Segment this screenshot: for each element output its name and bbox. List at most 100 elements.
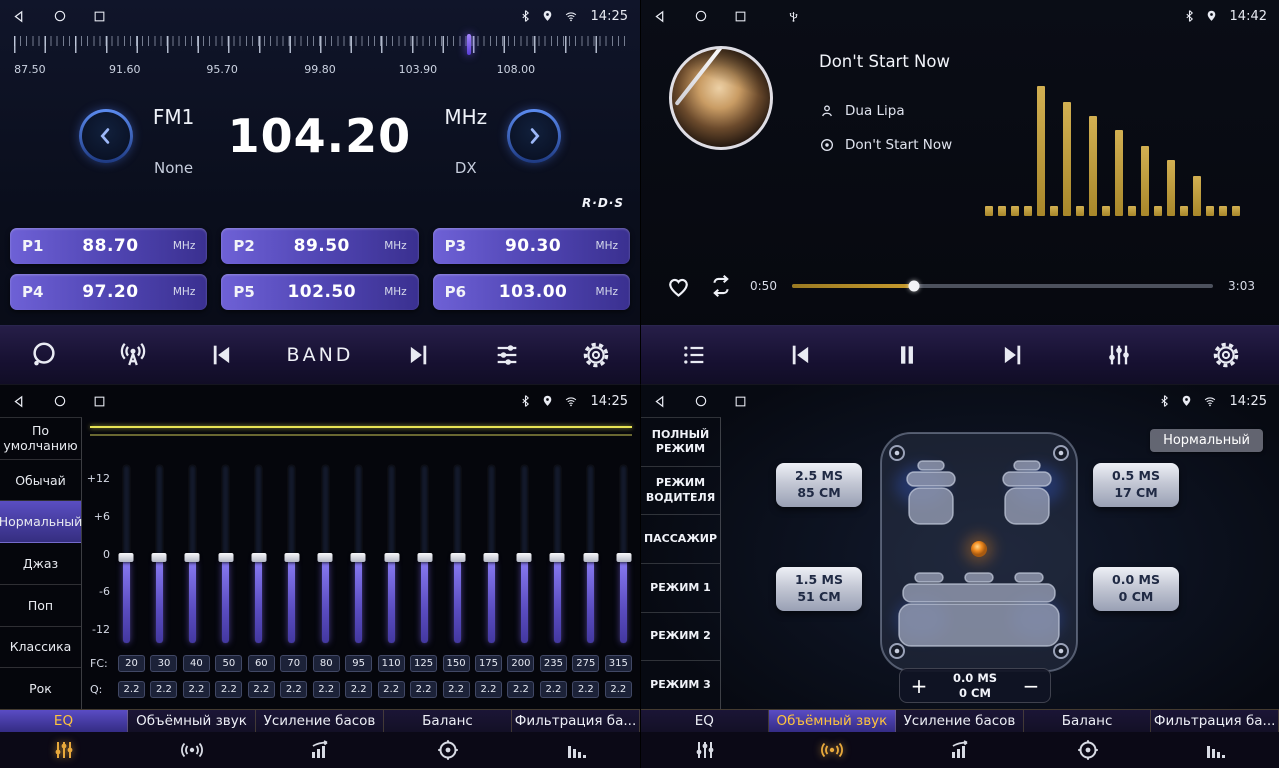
balance-tab-button[interactable] <box>1024 738 1152 762</box>
listening-position-dot[interactable] <box>971 541 987 557</box>
tab-eq[interactable]: EQ <box>0 710 128 732</box>
home-icon[interactable] <box>53 9 67 23</box>
mode-passenger[interactable]: ПАССАЖИР <box>641 515 720 564</box>
eq-preset-classic[interactable]: Классика <box>0 627 81 669</box>
eq-band-slider-5[interactable] <box>251 465 267 643</box>
recents-icon[interactable] <box>734 10 747 23</box>
eq-band-slider-15[interactable] <box>583 465 599 643</box>
eq-slider-track[interactable] <box>222 465 229 643</box>
preset-button-p1[interactable]: P188.70MHz <box>10 228 207 264</box>
scan-button[interactable] <box>21 340 67 370</box>
eq-band-slider-7[interactable] <box>317 465 333 643</box>
eq-slider-handle[interactable] <box>384 553 399 562</box>
eq-slider-handle[interactable] <box>616 553 631 562</box>
eq-slider-track[interactable] <box>421 465 428 643</box>
home-icon[interactable] <box>53 394 67 408</box>
surround-tab-button[interactable] <box>128 738 256 762</box>
player-progress-knob[interactable] <box>909 281 920 292</box>
preset-button-p4[interactable]: P497.20MHz <box>10 274 207 310</box>
eq-band-slider-6[interactable] <box>284 465 300 643</box>
mode-2[interactable]: РЕЖИМ 2 <box>641 613 720 662</box>
home-icon[interactable] <box>694 394 708 408</box>
eq-slider-handle[interactable] <box>351 553 366 562</box>
back-icon[interactable] <box>653 9 668 24</box>
settings-button[interactable] <box>1203 341 1249 369</box>
eq-tab-button[interactable] <box>0 738 128 762</box>
eq-preset-jazz[interactable]: Джаз <box>0 543 81 585</box>
favorite-button[interactable] <box>665 273 692 300</box>
delay-rear-right-button[interactable]: 0.0 MS 0 CM <box>1093 567 1179 611</box>
eq-band-slider-8[interactable] <box>350 465 366 643</box>
eq-slider-handle[interactable] <box>251 553 266 562</box>
eq-slider-handle[interactable] <box>318 553 333 562</box>
playlist-button[interactable] <box>671 341 717 369</box>
eq-band-slider-3[interactable] <box>184 465 200 643</box>
tab-bass-boost[interactable]: Усиление басов <box>256 710 384 732</box>
delay-front-left-button[interactable]: 2.5 MS 85 CM <box>776 463 862 507</box>
eq-slider-handle[interactable] <box>517 553 532 562</box>
eq-slider-track[interactable] <box>620 465 627 643</box>
eq-slider-track[interactable] <box>388 465 395 643</box>
broadcast-button[interactable] <box>110 340 156 370</box>
balance-tab-button[interactable] <box>384 738 512 762</box>
equalizer-button[interactable] <box>1096 341 1142 369</box>
eq-slider-track[interactable] <box>288 465 295 643</box>
eq-tab-button[interactable] <box>641 738 769 762</box>
mode-3[interactable]: РЕЖИМ 3 <box>641 661 720 710</box>
eq-slider-track[interactable] <box>355 465 362 643</box>
eq-band-slider-4[interactable] <box>218 465 234 643</box>
back-icon[interactable] <box>653 394 668 409</box>
mode-driver[interactable]: РЕЖИМ ВОДИТЕЛЯ <box>641 467 720 516</box>
eq-slider-track[interactable] <box>521 465 528 643</box>
eq-slider-track[interactable] <box>123 465 130 643</box>
bass-boost-tab-button[interactable] <box>256 738 384 762</box>
eq-preset-rock[interactable]: Рок <box>0 668 81 710</box>
eq-slider-handle[interactable] <box>484 553 499 562</box>
frequency-ruler[interactable] <box>14 36 626 60</box>
eq-slider-track[interactable] <box>454 465 461 643</box>
eq-slider-track[interactable] <box>189 465 196 643</box>
tune-up-button[interactable] <box>507 109 561 163</box>
tab-filter[interactable]: Фильтрация ба... <box>512 710 640 732</box>
recents-icon[interactable] <box>93 10 106 23</box>
surround-preset-button[interactable]: Нормальный <box>1150 429 1263 452</box>
eq-slider-track[interactable] <box>554 465 561 643</box>
eq-slider-handle[interactable] <box>185 553 200 562</box>
tab-balance[interactable]: Баланс <box>1024 710 1152 732</box>
bass-boost-tab-button[interactable] <box>896 738 1024 762</box>
eq-slider-handle[interactable] <box>218 553 233 562</box>
eq-preset-custom[interactable]: Обычай <box>0 460 81 502</box>
back-icon[interactable] <box>12 394 27 409</box>
eq-band-slider-12[interactable] <box>483 465 499 643</box>
preset-button-p3[interactable]: P390.30MHz <box>433 228 630 264</box>
eq-slider-track[interactable] <box>488 465 495 643</box>
next-track-button[interactable] <box>990 341 1036 369</box>
eq-slider-handle[interactable] <box>284 553 299 562</box>
eq-band-slider-10[interactable] <box>417 465 433 643</box>
audio-settings-button[interactable] <box>484 341 530 369</box>
progress-slider[interactable] <box>792 284 1213 288</box>
tab-eq[interactable]: EQ <box>641 710 769 732</box>
filter-tab-button[interactable] <box>1151 738 1279 762</box>
back-icon[interactable] <box>12 9 27 24</box>
tune-down-button[interactable] <box>79 109 133 163</box>
surround-tab-button[interactable] <box>769 738 897 762</box>
preset-button-p6[interactable]: P6103.00MHz <box>433 274 630 310</box>
eq-preset-normal[interactable]: Нормальный <box>0 501 81 543</box>
pause-button[interactable] <box>884 342 930 368</box>
eq-slider-track[interactable] <box>156 465 163 643</box>
preset-button-p2[interactable]: P289.50MHz <box>221 228 418 264</box>
eq-slider-handle[interactable] <box>152 553 167 562</box>
eq-preset-default[interactable]: По умолчанию <box>0 418 81 460</box>
eq-band-slider-14[interactable] <box>549 465 565 643</box>
delay-front-right-button[interactable]: 0.5 MS 17 CM <box>1093 463 1179 507</box>
previous-station-button[interactable] <box>198 341 244 369</box>
delay-increase-button[interactable]: + <box>900 674 938 698</box>
mode-1[interactable]: РЕЖИМ 1 <box>641 564 720 613</box>
eq-slider-track[interactable] <box>255 465 262 643</box>
eq-slider-handle[interactable] <box>417 553 432 562</box>
eq-slider-handle[interactable] <box>583 553 598 562</box>
recents-icon[interactable] <box>734 395 747 408</box>
tab-balance[interactable]: Баланс <box>384 710 512 732</box>
previous-track-button[interactable] <box>777 341 823 369</box>
